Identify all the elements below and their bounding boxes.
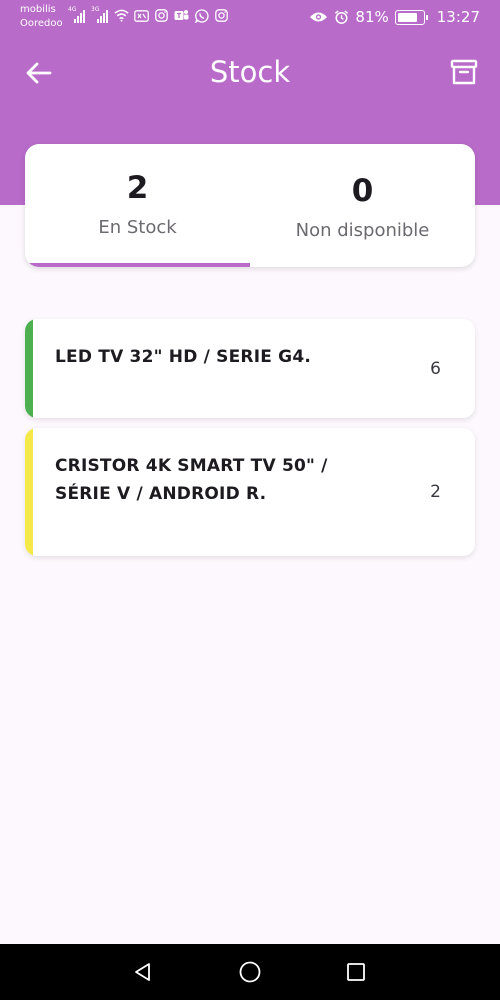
product-item[interactable]: LED TV 32" HD / SERIE G4. 6	[25, 319, 475, 418]
tab-unavailable[interactable]: 0 Non disponible	[250, 144, 475, 267]
status-icons: 4G 3G	[68, 6, 229, 23]
stock-summary-card: 2 En Stock 0 Non disponible	[25, 144, 475, 267]
product-quantity: 6	[430, 359, 441, 379]
tab-indicator	[25, 263, 250, 267]
carrier-names: mobilis Ooredoo	[20, 3, 63, 31]
eye-icon	[308, 10, 328, 25]
instagram-icon	[154, 8, 169, 23]
stock-status-accent	[25, 428, 33, 556]
instagram-icon	[214, 8, 229, 23]
teams-icon	[174, 8, 189, 23]
vpn-icon	[134, 8, 149, 23]
product-name: CRISTOR 4K SMART TV 50" / SÉRIE V / ANDR…	[55, 456, 328, 504]
nav-back-button[interactable]	[129, 958, 157, 986]
archive-icon	[450, 59, 478, 85]
recents-square-icon	[347, 963, 365, 981]
product-item[interactable]: CRISTOR 4K SMART TV 50" / SÉRIE V / ANDR…	[25, 428, 475, 556]
battery-icon	[394, 9, 428, 25]
carrier-2: Ooredoo	[20, 18, 63, 29]
tab-in-stock[interactable]: 2 En Stock	[25, 144, 250, 267]
nav-recents-button[interactable]	[342, 958, 370, 986]
stock-status-accent	[25, 319, 33, 418]
unavailable-label: Non disponible	[295, 220, 430, 241]
whatsapp-icon	[194, 8, 209, 23]
status-bar: mobilis Ooredoo 4G 3G 81% 13:27	[0, 0, 500, 34]
product-quantity: 2	[430, 482, 441, 502]
unavailable-count: 0	[351, 173, 374, 209]
system-nav-bar	[0, 944, 500, 1000]
home-circle-icon	[239, 961, 261, 983]
back-triangle-icon	[135, 963, 150, 981]
clock: 13:27	[436, 8, 480, 26]
status-right: 81% 13:27	[308, 7, 480, 27]
in-stock-count: 2	[126, 170, 149, 206]
archive-button[interactable]	[446, 54, 482, 90]
page-title: Stock	[209, 55, 291, 89]
battery-percent: 81%	[355, 8, 389, 26]
wifi-icon	[114, 8, 129, 23]
carrier-1: mobilis	[20, 4, 56, 15]
product-name: LED TV 32" HD / SERIE G4.	[55, 347, 312, 367]
in-stock-label: En Stock	[98, 217, 177, 238]
signal-icon: 3G	[91, 6, 109, 23]
alarm-icon	[334, 10, 349, 25]
signal-icon: 4G	[68, 6, 86, 23]
nav-home-button[interactable]	[236, 958, 264, 986]
